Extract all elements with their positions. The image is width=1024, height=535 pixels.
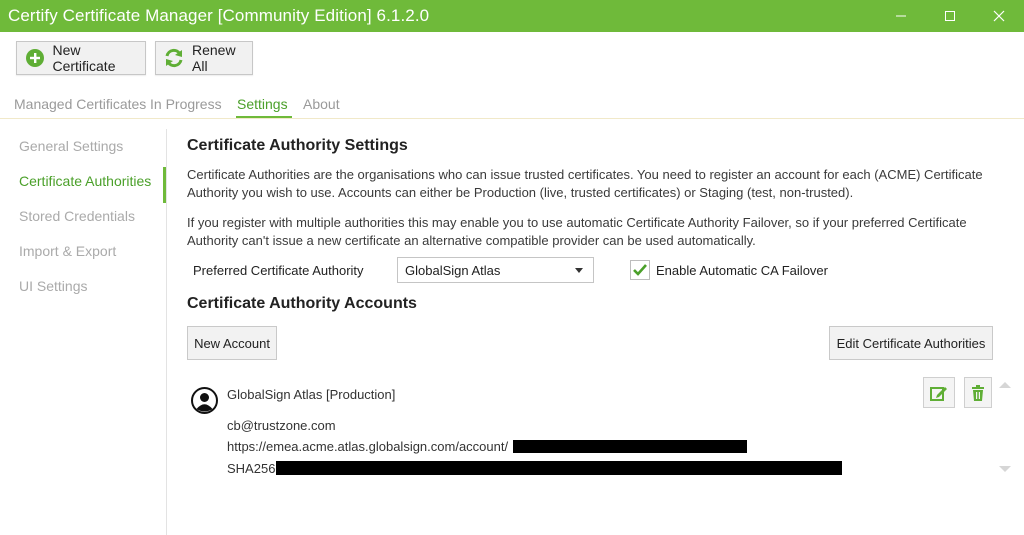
account-url: https://emea.acme.atlas.globalsign.com/a… xyxy=(227,439,509,454)
sidebar-item-import-export[interactable]: Import & Export xyxy=(19,243,116,259)
refresh-icon xyxy=(163,47,185,69)
sidebar-item-certificate-authorities[interactable]: Certificate Authorities xyxy=(19,173,151,189)
redacted-account-id xyxy=(513,440,747,453)
trash-icon xyxy=(972,384,984,401)
account-avatar-icon xyxy=(191,387,218,414)
page-title: Certificate Authority Settings xyxy=(187,137,408,154)
renew-all-button[interactable]: Renew All xyxy=(155,41,253,75)
tab-settings[interactable]: Settings xyxy=(237,96,288,112)
ca-description-line-1: Certificate Authorities are the organisa… xyxy=(187,167,983,182)
sidebar-item-ui-settings[interactable]: UI Settings xyxy=(19,278,87,294)
sidebar-item-general-settings[interactable]: General Settings xyxy=(19,138,123,154)
tab-in-progress[interactable]: In Progress xyxy=(150,96,222,112)
sidebar-item-stored-credentials[interactable]: Stored Credentials xyxy=(19,208,135,224)
close-button[interactable] xyxy=(976,0,1022,32)
accounts-heading: Certificate Authority Accounts xyxy=(187,295,417,312)
failover-description: If you register with multiple authoritie… xyxy=(187,214,1007,250)
preferred-ca-label: Preferred Certificate Authority xyxy=(193,263,364,278)
account-hash-label: SHA256 xyxy=(227,461,276,476)
maximize-button[interactable] xyxy=(927,0,973,32)
preferred-ca-select[interactable]: GlobalSign Atlas xyxy=(397,257,594,283)
scroll-down-icon[interactable] xyxy=(999,466,1011,472)
preferred-ca-value: GlobalSign Atlas xyxy=(405,263,501,278)
edit-account-button[interactable] xyxy=(923,377,955,408)
ca-description-line-2: Authority you wish to use. Accounts can … xyxy=(187,185,854,200)
redacted-hash xyxy=(276,461,842,475)
ca-description: Certificate Authorities are the organisa… xyxy=(187,166,1007,202)
new-certificate-label: New Certificate xyxy=(52,42,116,74)
plus-circle-icon xyxy=(24,47,45,69)
maximize-icon xyxy=(945,11,955,21)
delete-account-button[interactable] xyxy=(964,377,992,408)
title-bar: Certify Certificate Manager [Community E… xyxy=(0,0,1024,32)
tab-about[interactable]: About xyxy=(303,96,340,112)
close-icon xyxy=(993,10,1005,22)
failover-description-line-1: If you register with multiple authoritie… xyxy=(187,215,967,230)
minimize-button[interactable] xyxy=(878,0,924,32)
failover-checkbox[interactable] xyxy=(630,260,650,280)
new-account-button[interactable]: New Account xyxy=(187,326,277,360)
minimize-icon xyxy=(896,15,906,17)
scroll-up-icon[interactable] xyxy=(999,382,1011,388)
sidebar-divider xyxy=(166,129,167,535)
renew-all-label: Renew All xyxy=(192,42,236,74)
window-title: Certify Certificate Manager [Community E… xyxy=(8,6,430,25)
account-email: cb@trustzone.com xyxy=(227,418,336,433)
account-title: GlobalSign Atlas [Production] xyxy=(227,387,396,402)
chevron-down-icon xyxy=(575,268,583,273)
tabs-divider xyxy=(0,118,1024,119)
edit-icon xyxy=(930,386,947,401)
failover-description-line-2: Authority can't issue a new certificate … xyxy=(187,233,756,248)
edit-certificate-authorities-button[interactable]: Edit Certificate Authorities xyxy=(829,326,993,360)
failover-label[interactable]: Enable Automatic CA Failover xyxy=(656,263,828,278)
checkmark-icon xyxy=(633,264,647,276)
new-certificate-button[interactable]: New Certificate xyxy=(16,41,146,75)
tab-managed-certificates[interactable]: Managed Certificates xyxy=(14,96,146,112)
